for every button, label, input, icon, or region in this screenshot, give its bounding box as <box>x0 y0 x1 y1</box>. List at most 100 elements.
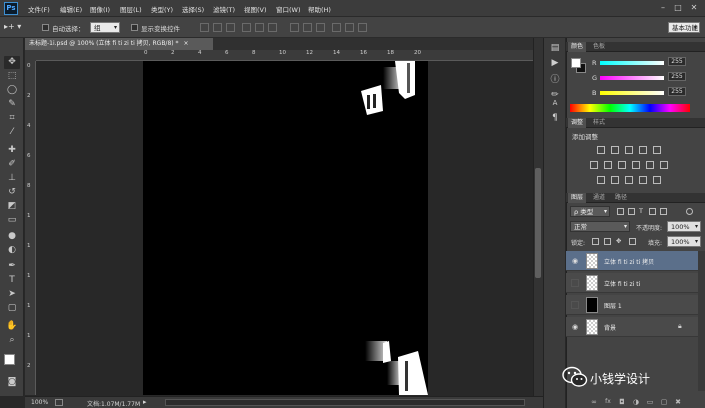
distribute-hcenter-icon[interactable] <box>345 23 354 32</box>
character-panel-icon[interactable]: A <box>549 97 561 109</box>
menu-filter[interactable]: 滤镜(T) <box>213 4 235 14</box>
align-left-icon[interactable] <box>242 23 251 32</box>
foreground-color-swatch[interactable] <box>4 354 15 365</box>
lasso-tool-icon[interactable]: ◯ <box>4 84 20 97</box>
tab-paths[interactable]: 路径 <box>612 193 630 203</box>
align-right-icon[interactable] <box>268 23 277 32</box>
history-panel-icon[interactable]: ▤ <box>549 42 561 54</box>
zoom-level[interactable]: 100% <box>31 399 48 406</box>
visibility-eye-icon[interactable]: ◉ <box>571 323 579 331</box>
selective-color-icon[interactable] <box>653 176 661 184</box>
hand-tool-icon[interactable]: ✋ <box>4 320 20 333</box>
layer-filter-dropdown[interactable]: ρ 类型 ▾ <box>570 206 610 217</box>
filter-toggle-icon[interactable] <box>686 208 693 215</box>
blue-slider[interactable] <box>600 91 664 95</box>
blend-mode-dropdown[interactable]: 正常 ▾ <box>570 221 630 232</box>
path-select-tool-icon[interactable]: ➤ <box>4 288 20 301</box>
layer-row[interactable]: ◉ 立体 fi ti zi ti 拷贝 <box>566 251 698 271</box>
levels-icon[interactable] <box>611 146 619 154</box>
hue-saturation-icon[interactable] <box>590 161 598 169</box>
move-tool-icon[interactable]: ✥ <box>4 56 20 69</box>
menu-type[interactable]: 类型(Y) <box>151 4 173 14</box>
filter-adjustment-icon[interactable] <box>628 208 635 215</box>
distribute-bottom-icon[interactable] <box>316 23 325 32</box>
tab-channels[interactable]: 通道 <box>590 193 608 203</box>
tab-adjustments[interactable]: 调整 <box>568 118 587 128</box>
fx-icon[interactable]: fx <box>604 398 612 406</box>
horizontal-scrollbar[interactable] <box>165 399 525 406</box>
tab-swatches[interactable]: 色板 <box>590 42 608 52</box>
tab-styles[interactable]: 样式 <box>590 118 608 128</box>
gradient-map-icon[interactable] <box>639 176 647 184</box>
menu-file[interactable]: 文件(F) <box>28 4 50 14</box>
posterize-icon[interactable] <box>611 176 619 184</box>
show-transform-checkbox[interactable] <box>131 24 138 31</box>
layers-scrollbar[interactable] <box>698 251 705 391</box>
filter-pixel-icon[interactable] <box>617 208 624 215</box>
healing-tool-icon[interactable]: ✚ <box>4 144 20 157</box>
align-vcenter-icon[interactable] <box>213 23 222 32</box>
distribute-left-icon[interactable] <box>332 23 341 32</box>
vertical-scroll-thumb[interactable] <box>535 168 541 278</box>
align-hcenter-icon[interactable] <box>255 23 264 32</box>
horizontal-ruler[interactable]: 0 2 4 6 8 10 12 14 16 18 20 <box>36 50 533 61</box>
fill-field[interactable]: 100% ▾ <box>667 236 701 247</box>
exposure-icon[interactable] <box>639 146 647 154</box>
color-balance-icon[interactable] <box>604 161 612 169</box>
menu-image[interactable]: 图像(I) <box>90 4 110 14</box>
menu-edit[interactable]: 编辑(E) <box>60 4 82 14</box>
filter-shape-icon[interactable] <box>649 208 656 215</box>
tab-color[interactable]: 颜色 <box>568 42 587 52</box>
vertical-ruler[interactable]: 0 2 4 6 8 1 1 1 1 1 2 <box>25 61 36 395</box>
close-window-button[interactable]: ✕ <box>688 3 700 13</box>
pen-tool-icon[interactable]: ✒ <box>4 260 20 273</box>
brush-tool-icon[interactable]: ✐ <box>4 158 20 171</box>
filter-type-icon[interactable]: T <box>639 207 643 215</box>
auto-select-dropdown[interactable]: 组 ▾ <box>90 22 120 33</box>
quick-mask-icon[interactable]: ◙ <box>4 376 20 389</box>
menu-layer[interactable]: 图层(L) <box>120 4 142 14</box>
type-tool-icon[interactable]: T <box>4 274 20 287</box>
stamp-tool-icon[interactable]: ⊥ <box>4 172 20 185</box>
blue-value[interactable]: 255 <box>668 87 686 96</box>
layer-row[interactable]: ◉ 背景 🔒︎ <box>566 317 698 337</box>
align-top-icon[interactable] <box>200 23 209 32</box>
eraser-tool-icon[interactable]: ◩ <box>4 200 20 213</box>
photo-filter-icon[interactable] <box>632 161 640 169</box>
crop-tool-icon[interactable]: ⌗ <box>4 112 20 125</box>
lock-transparency-icon[interactable] <box>592 238 599 245</box>
adjustment-layer-icon[interactable]: ◑ <box>632 398 640 406</box>
paragraph-panel-icon[interactable]: ¶ <box>549 112 561 124</box>
curves-icon[interactable] <box>625 146 633 154</box>
gradient-tool-icon[interactable]: ▭ <box>4 214 20 227</box>
delete-layer-icon[interactable]: ✖ <box>674 398 682 406</box>
filter-smart-object-icon[interactable] <box>660 208 667 215</box>
document-canvas[interactable] <box>143 61 428 395</box>
menu-help[interactable]: 帮助(H) <box>308 4 331 14</box>
menu-view[interactable]: 视图(V) <box>244 4 267 14</box>
auto-select-checkbox[interactable] <box>42 24 49 31</box>
document-tab[interactable]: 未标题-1i.psd @ 100% (立体 fi ti zi ti 拷贝, RG… <box>25 38 213 50</box>
close-tab-icon[interactable]: × <box>183 40 188 47</box>
color-lookup-icon[interactable] <box>660 161 668 169</box>
red-slider[interactable] <box>600 61 664 65</box>
align-bottom-icon[interactable] <box>226 23 235 32</box>
visibility-eye-icon[interactable] <box>571 279 579 287</box>
visibility-eye-icon[interactable] <box>571 301 579 309</box>
distribute-vcenter-icon[interactable] <box>303 23 312 32</box>
info-panel-icon[interactable]: ⓘ <box>549 74 561 86</box>
channel-mixer-icon[interactable] <box>646 161 654 169</box>
ruler-origin[interactable] <box>25 50 36 61</box>
vibrance-icon[interactable] <box>653 146 661 154</box>
marquee-tool-icon[interactable]: ⬚ <box>4 70 20 83</box>
history-brush-tool-icon[interactable]: ↺ <box>4 186 20 199</box>
green-slider[interactable] <box>600 76 664 80</box>
lock-position-icon[interactable]: ✥ <box>616 237 621 245</box>
green-value[interactable]: 255 <box>668 72 686 81</box>
menu-window[interactable]: 窗口(W) <box>276 4 301 14</box>
tab-layers[interactable]: 图层 <box>568 193 587 203</box>
visibility-eye-icon[interactable]: ◉ <box>571 257 579 265</box>
link-layers-icon[interactable]: ∞ <box>590 398 598 406</box>
black-white-icon[interactable] <box>618 161 626 169</box>
zoom-tool-icon[interactable]: ⌕ <box>4 334 20 347</box>
